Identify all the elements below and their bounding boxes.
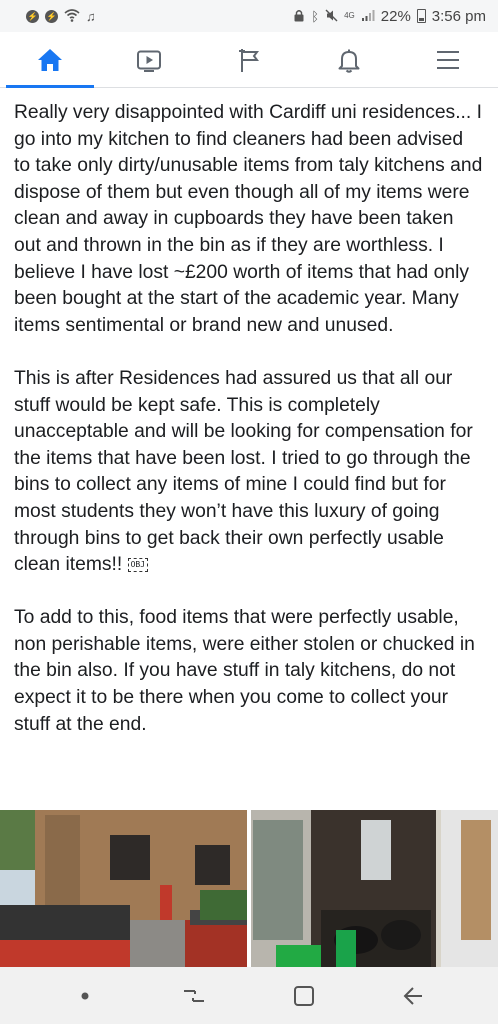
bell-icon xyxy=(338,49,360,73)
messenger-icon: ⚡ xyxy=(26,9,39,23)
home-button[interactable] xyxy=(284,976,324,1016)
video-icon xyxy=(137,50,162,72)
status-right-icons: ᛒ 4G 22% 3:56 pm xyxy=(293,8,486,25)
music-icon: ♫ xyxy=(86,8,96,24)
tab-notifications[interactable] xyxy=(299,32,399,87)
status-left-icons: ⚡ ⚡ ♫ xyxy=(26,8,96,24)
post-paragraph: This is after Residences had assured us … xyxy=(14,366,484,579)
signal-icon xyxy=(361,9,375,24)
mute-icon xyxy=(325,9,338,24)
status-bar: ⚡ ⚡ ♫ ᛒ 4G 22% 3:56 pm xyxy=(0,0,498,32)
post-paragraph-text: This is after Residences had assured us … xyxy=(14,367,473,576)
post-photos xyxy=(0,810,498,967)
photo-outdoor-bins[interactable] xyxy=(0,810,247,967)
recent-apps-icon xyxy=(184,989,205,1002)
dot-icon xyxy=(81,992,89,999)
tab-pages[interactable] xyxy=(199,32,299,87)
recent-apps-button[interactable] xyxy=(174,976,214,1016)
photo-kitchen-bins[interactable] xyxy=(251,810,498,967)
top-nav-bar xyxy=(0,32,498,88)
wifi-icon xyxy=(64,8,80,24)
system-nav-bar xyxy=(0,967,498,1024)
status-time: 3:56 pm xyxy=(431,7,486,25)
battery-icon xyxy=(416,9,426,23)
bluetooth-icon: ᛒ xyxy=(311,8,320,24)
obj-placeholder-icon: OBJ xyxy=(127,558,149,572)
lock-icon xyxy=(293,9,305,24)
home-square-icon xyxy=(293,985,314,1006)
post-paragraph: Really very disappointed with Cardiff un… xyxy=(14,102,483,336)
tab-watch[interactable] xyxy=(100,32,200,87)
messenger-icon: ⚡ xyxy=(45,9,58,23)
menu-icon xyxy=(437,50,460,69)
post-paragraph: To add to this, food items that were per… xyxy=(14,607,475,735)
dot-button[interactable] xyxy=(65,976,105,1016)
back-button[interactable] xyxy=(393,976,433,1016)
tab-home[interactable] xyxy=(0,32,100,88)
flag-icon xyxy=(238,48,259,72)
post-body: Really very disappointed with Cardiff un… xyxy=(14,100,484,765)
home-icon xyxy=(37,48,62,71)
tab-menu[interactable] xyxy=(398,32,498,87)
battery-percent: 22% xyxy=(380,7,411,25)
back-icon xyxy=(403,986,423,1005)
data-icon: 4G xyxy=(344,11,355,20)
